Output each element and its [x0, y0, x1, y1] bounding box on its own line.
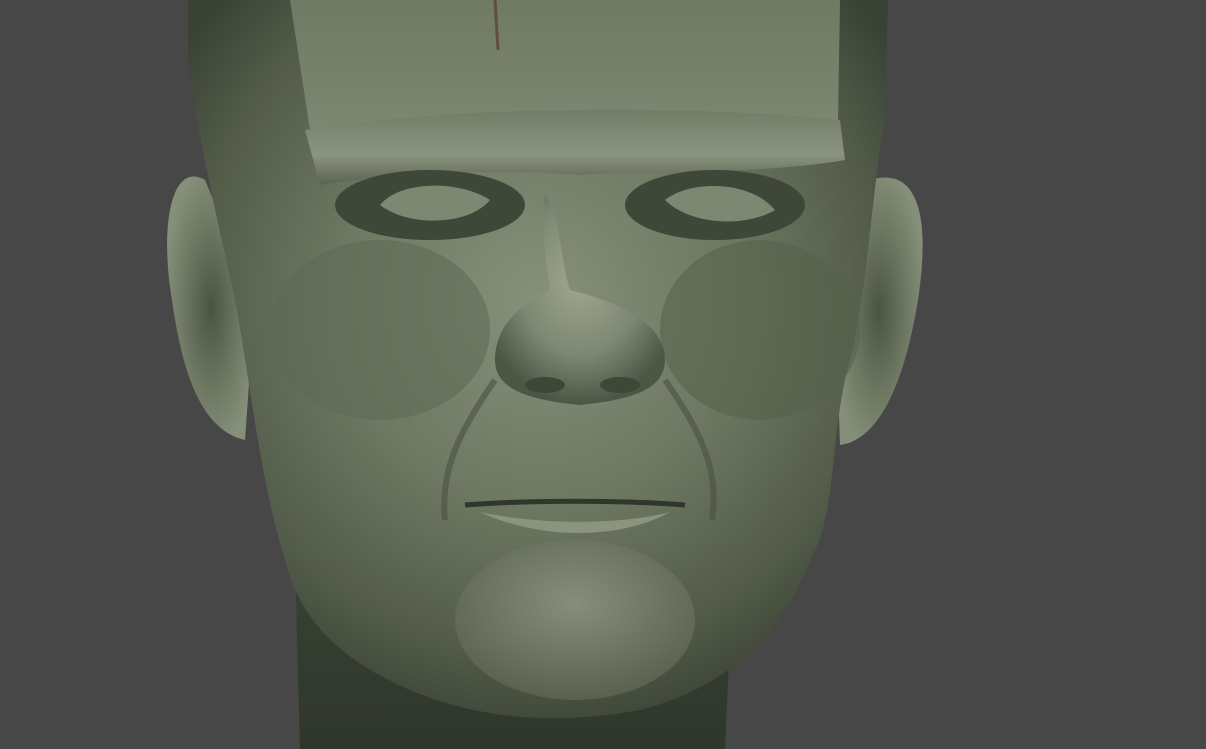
- left-nostril: [525, 377, 565, 393]
- sculpted-head-render: [167, 0, 923, 749]
- viewport-canvas[interactable]: [0, 0, 1206, 749]
- left-cheek: [270, 240, 490, 420]
- right-cheek: [660, 240, 860, 420]
- chin: [455, 540, 695, 700]
- right-nostril: [600, 377, 640, 393]
